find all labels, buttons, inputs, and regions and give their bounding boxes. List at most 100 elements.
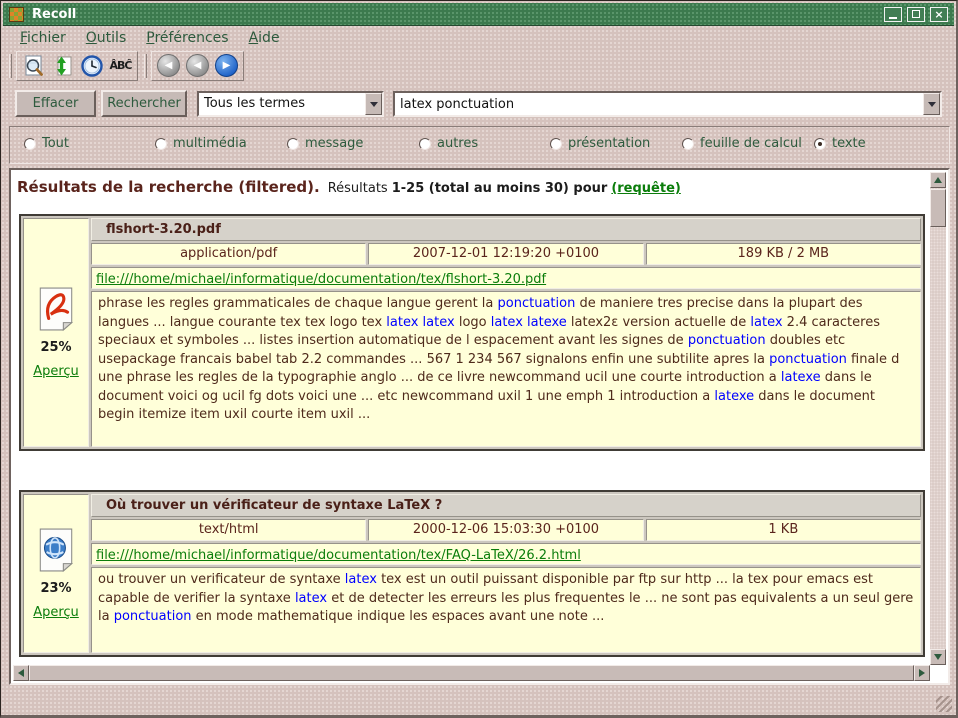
preview-link[interactable]: Aperçu bbox=[33, 364, 79, 379]
highlighted-term: latex latexe bbox=[491, 315, 567, 330]
radio-icon bbox=[287, 138, 299, 150]
history-button[interactable] bbox=[78, 53, 105, 79]
nav-previous-button[interactable]: ◀ bbox=[184, 53, 211, 79]
close-icon: × bbox=[934, 9, 943, 20]
menu-aide[interactable]: Aide bbox=[240, 28, 289, 48]
relevance-percent: 23% bbox=[40, 581, 71, 596]
nav-first-button[interactable]: ◀ bbox=[155, 53, 182, 79]
radio-icon bbox=[419, 138, 431, 150]
minimize-button[interactable] bbox=[884, 7, 902, 22]
menu-fichier[interactable]: Fichier bbox=[11, 28, 75, 48]
history-clock-icon bbox=[80, 54, 104, 78]
result-url-link[interactable]: file:///home/michael/informatique/docume… bbox=[96, 548, 581, 563]
result-main: flshort-3.20.pdf application/pdf 2007-12… bbox=[91, 218, 921, 447]
window-title: Recoll bbox=[32, 7, 884, 22]
scroll-down-button[interactable] bbox=[930, 649, 946, 665]
highlighted-term: latex bbox=[345, 572, 377, 587]
query-combobox bbox=[393, 91, 942, 117]
search-mode-value: Tous les termes bbox=[199, 93, 365, 115]
filter-label: multimédia bbox=[173, 136, 247, 151]
chevron-down-icon bbox=[928, 102, 936, 107]
recoll-window: Recoll × Fichier Outils Préférences Aide bbox=[0, 0, 958, 718]
highlighted-term: latex latex bbox=[386, 315, 454, 330]
filter-label: message bbox=[305, 136, 363, 151]
nav-next-icon: ▶ bbox=[215, 54, 238, 77]
result-meta-row: text/html 2000-12-06 15:03:30 +0100 1 KB bbox=[91, 519, 921, 541]
titlebar[interactable]: Recoll × bbox=[3, 3, 954, 26]
search-mode-dropdown-arrow[interactable] bbox=[365, 93, 382, 115]
filter-message[interactable]: message bbox=[287, 136, 363, 151]
result-item-1: 25% Aperçu flshort-3.20.pdf application/… bbox=[19, 214, 925, 451]
results-header: Résultats de la recherche (filtered).Rés… bbox=[17, 177, 681, 196]
filter-label: autres bbox=[437, 136, 478, 151]
resize-grip[interactable] bbox=[936, 696, 952, 712]
menu-outils[interactable]: Outils bbox=[77, 28, 135, 48]
maximize-icon bbox=[912, 10, 920, 18]
toolbar-grip[interactable] bbox=[9, 54, 12, 78]
tool-group-main: ÂBĈ bbox=[16, 51, 138, 81]
term-explorer-icon: ÂBĈ bbox=[110, 59, 132, 72]
toolbar: ÂBĈ ◀ ◀ ▶ bbox=[3, 50, 954, 81]
close-button[interactable]: × bbox=[930, 7, 948, 22]
search-button[interactable]: Rechercher bbox=[101, 90, 187, 117]
result-url-link[interactable]: file:///home/michael/informatique/docume… bbox=[96, 272, 546, 287]
result-snippet: ou trouver un verificateur de syntaxe la… bbox=[91, 567, 921, 653]
result-mime: application/pdf bbox=[91, 243, 366, 265]
minimize-icon bbox=[889, 17, 897, 19]
relevance-percent: 25% bbox=[40, 340, 71, 355]
query-details-link[interactable]: (requête) bbox=[611, 181, 681, 196]
horizontal-scrollbar[interactable] bbox=[13, 665, 930, 681]
preview-link[interactable]: Aperçu bbox=[33, 605, 79, 620]
result-title: Où trouver un vérificateur de syntaxe La… bbox=[91, 494, 921, 517]
menubar: Fichier Outils Préférences Aide bbox=[3, 27, 954, 49]
filter-autres[interactable]: autres bbox=[419, 136, 478, 151]
filter-label: Tout bbox=[42, 136, 69, 151]
arrow-down-icon bbox=[934, 654, 942, 660]
search-mode-combobox[interactable]: Tous les termes bbox=[197, 91, 384, 117]
term-explorer-button[interactable]: ÂBĈ bbox=[107, 53, 134, 79]
scroll-up-button[interactable] bbox=[930, 172, 946, 188]
query-input[interactable] bbox=[395, 93, 923, 115]
highlighted-term: ponctuation bbox=[114, 609, 192, 624]
highlighted-term: latexe bbox=[714, 389, 754, 404]
filter-presentation[interactable]: présentation bbox=[550, 136, 650, 151]
statusbar bbox=[3, 685, 954, 713]
index-update-icon bbox=[51, 54, 75, 78]
radio-icon bbox=[155, 138, 167, 150]
arrow-right-icon bbox=[919, 669, 925, 677]
document-preview-icon bbox=[22, 54, 46, 78]
result-title: flshort-3.20.pdf bbox=[91, 218, 921, 241]
filter-texte[interactable]: texte bbox=[814, 136, 866, 151]
filter-label: feuille de calcul bbox=[700, 136, 802, 151]
result-item-2: 23% Aperçu Où trouver un vérificateur de… bbox=[19, 490, 925, 657]
index-update-button[interactable] bbox=[49, 53, 76, 79]
result-side-panel: 23% Aperçu bbox=[23, 494, 89, 653]
result-size: 189 KB / 2 MB bbox=[646, 243, 921, 265]
recoll-app-icon bbox=[9, 7, 24, 22]
clear-button[interactable]: Effacer bbox=[15, 90, 96, 117]
result-side-panel: 25% Aperçu bbox=[23, 218, 89, 447]
menu-preferences[interactable]: Préférences bbox=[137, 28, 237, 48]
vertical-scrollbar[interactable] bbox=[930, 172, 946, 665]
vertical-scrollbar-thumb[interactable] bbox=[930, 189, 946, 227]
highlighted-term: ponctuation bbox=[688, 333, 766, 348]
filter-label: présentation bbox=[568, 136, 650, 151]
filter-multimedia[interactable]: multimédia bbox=[155, 136, 247, 151]
highlighted-term: ponctuation bbox=[769, 352, 847, 367]
scroll-left-button[interactable] bbox=[13, 665, 29, 681]
toolbar-grip-2[interactable] bbox=[144, 54, 147, 78]
result-url-row: file:///home/michael/informatique/docume… bbox=[91, 267, 921, 289]
filter-tout[interactable]: Tout bbox=[24, 136, 69, 151]
highlighted-term: ponctuation bbox=[498, 296, 576, 311]
scroll-right-button[interactable] bbox=[914, 665, 930, 681]
filter-feuille-de-calcul[interactable]: feuille de calcul bbox=[682, 136, 802, 151]
query-dropdown-arrow[interactable] bbox=[923, 93, 940, 115]
result-date: 2007-12-01 12:19:20 +0100 bbox=[368, 243, 643, 265]
result-url-row: file:///home/michael/informatique/docume… bbox=[91, 543, 921, 565]
horizontal-scrollbar-thumb[interactable] bbox=[29, 665, 914, 681]
maximize-button[interactable] bbox=[907, 7, 925, 22]
result-meta-row: application/pdf 2007-12-01 12:19:20 +010… bbox=[91, 243, 921, 265]
nav-next-button[interactable]: ▶ bbox=[213, 53, 240, 79]
nav-previous-icon: ◀ bbox=[186, 54, 209, 77]
document-preview-button[interactable] bbox=[20, 53, 47, 79]
